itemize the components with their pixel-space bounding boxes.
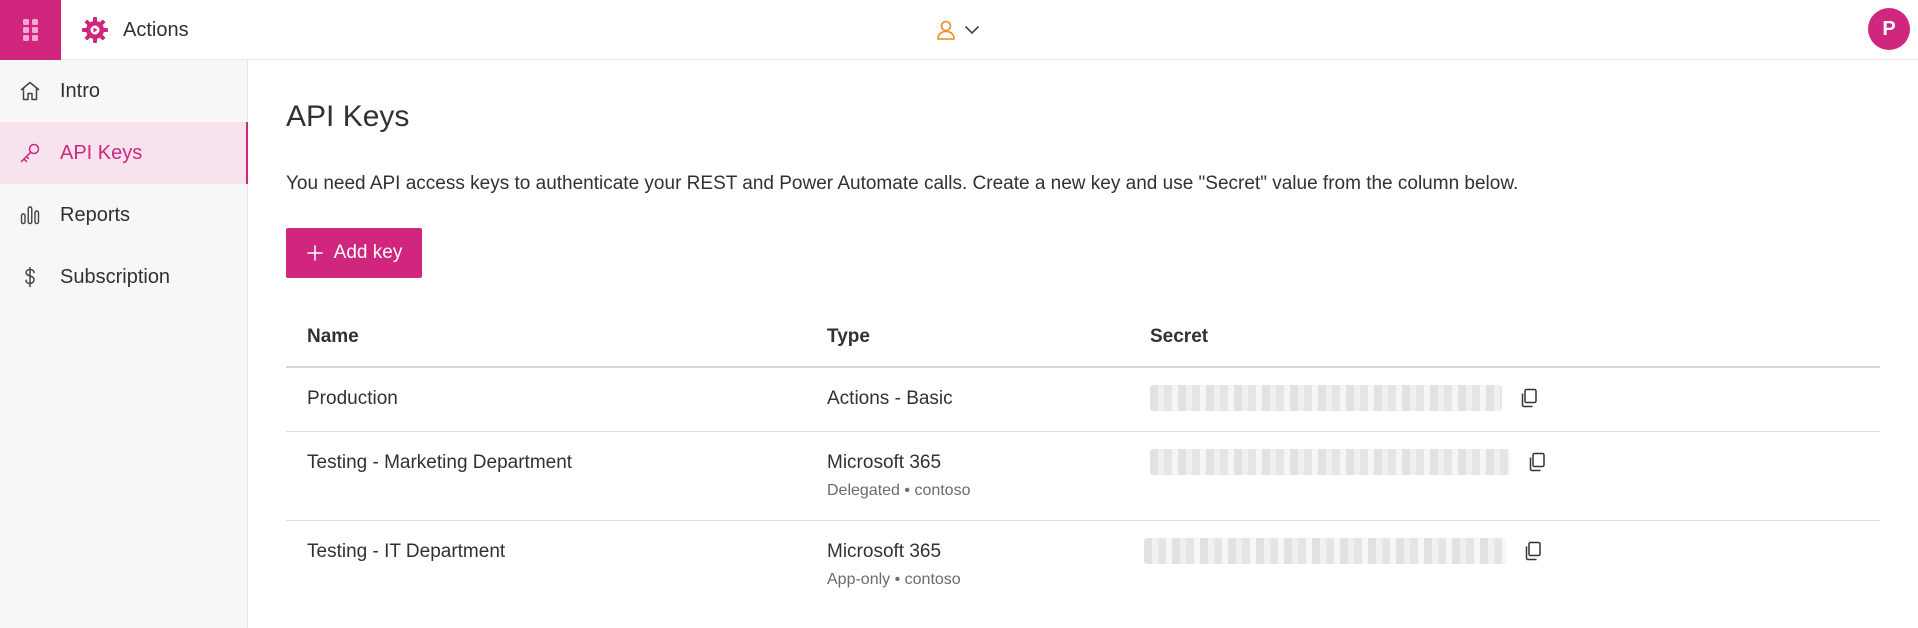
key-type-detail: Delegated • contoso [827,482,971,499]
grid-icon [22,19,38,41]
key-type-cell: Actions - Basic [827,368,1150,431]
app-launcher-button[interactable] [0,0,61,60]
table-header: Name Type Secret [286,308,1880,368]
copy-icon [1525,541,1541,561]
sidebar-item-label: API Keys [60,141,143,164]
secret-cell [1150,368,1880,431]
key-type: Microsoft 365 [827,452,942,473]
api-keys-table: Name Type Secret Production Actions - Ba… [286,308,1880,610]
table-row[interactable]: Production Actions - Basic [286,368,1880,432]
sidebar-item-label: Intro [60,79,101,102]
table-row[interactable]: Testing - IT Department Microsoft 365 Ap… [286,521,1880,610]
key-type: Actions - Basic [827,388,953,409]
app-title: Actions [123,18,189,41]
secret-cell [1144,521,1880,610]
secret-value-redacted [1150,385,1502,411]
column-header-name: Name [307,326,359,347]
top-bar: Actions P [0,0,1918,60]
home-icon [18,79,42,103]
brand: Actions [81,0,189,60]
key-icon [18,141,42,165]
sidebar-item-intro[interactable]: Intro [0,60,247,122]
copy-icon [1529,452,1545,472]
add-key-label: Add key [333,242,403,263]
key-type-detail: App-only • contoso [827,571,961,588]
key-type-cell: Microsoft 365 Delegated • contoso [827,432,1150,520]
sidebar: Intro API Keys Reports Subscription [0,60,248,628]
key-type: Microsoft 365 [827,541,942,562]
user-icon [937,20,955,40]
bar-chart-icon [18,203,42,227]
sidebar-item-label: Subscription [60,265,171,288]
key-type-cell: Microsoft 365 App-only • contoso [827,521,1150,610]
column-header-type: Type [827,326,870,347]
plus-icon [306,245,323,261]
key-name: Testing - IT Department [307,541,506,562]
copy-secret-button[interactable] [1524,449,1550,475]
sidebar-item-subscription[interactable]: Subscription [0,246,247,308]
account-switcher[interactable] [936,14,980,46]
column-header-secret: Secret [1150,326,1209,347]
key-name: Production [307,388,398,409]
dollar-icon [18,265,42,289]
key-name: Testing - Marketing Department [307,452,573,473]
copy-icon [1521,388,1537,408]
gear-icon [82,17,108,43]
page-description: You need API access keys to authenticate… [286,173,1519,194]
secret-value-redacted [1144,538,1506,564]
copy-secret-button[interactable] [1516,385,1542,411]
chevron-down-icon [964,25,980,35]
table-row[interactable]: Testing - Marketing Department Microsoft… [286,432,1880,521]
page-title: API Keys [286,100,410,133]
secret-value-redacted [1150,449,1510,475]
copy-secret-button[interactable] [1520,538,1546,564]
secret-cell [1150,432,1880,520]
add-key-button[interactable]: Add key [286,228,422,278]
sidebar-item-label: Reports [60,203,131,226]
avatar[interactable]: P [1868,8,1910,50]
sidebar-item-api-keys[interactable]: API Keys [0,122,248,184]
sidebar-item-reports[interactable]: Reports [0,184,247,246]
